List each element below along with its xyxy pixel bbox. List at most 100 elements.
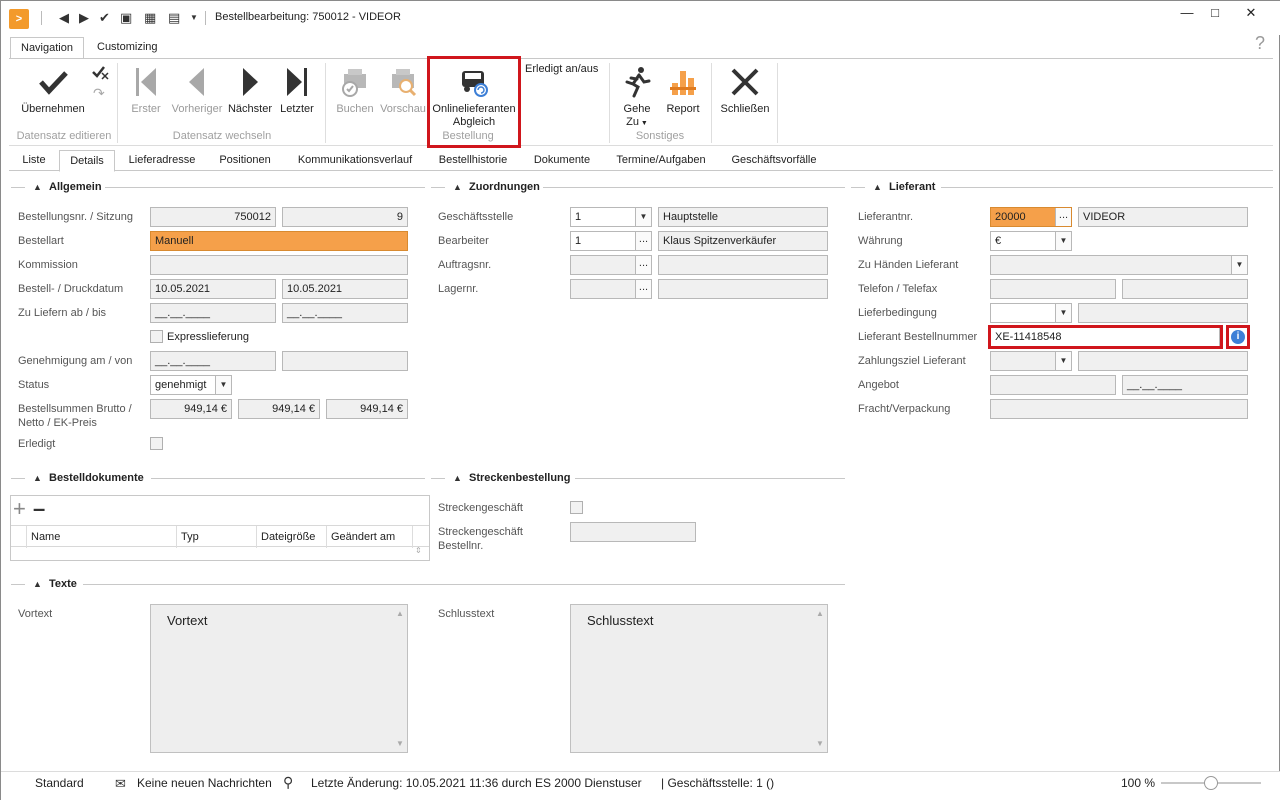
erster-button[interactable]: Erster — [125, 65, 167, 116]
lieferantnr-lookup[interactable]: 20000 ... — [990, 207, 1072, 227]
column-header-name[interactable]: Name — [27, 526, 177, 548]
geschaeftsstelle-select[interactable]: 1 ▼ — [570, 207, 652, 227]
help-icon[interactable]: ? — [1255, 33, 1265, 54]
tab-dokumente[interactable]: Dokumente — [521, 150, 603, 171]
collapse-caret-icon[interactable]: ▲ — [453, 182, 462, 192]
tab-kommunikationsverlauf[interactable]: Kommunikationsverlauf — [285, 150, 425, 171]
brutto-field[interactable]: 949,14 € — [150, 399, 232, 419]
lagernr-lookup[interactable]: ... — [570, 279, 652, 299]
ellipsis-icon[interactable]: ... — [1055, 208, 1071, 226]
tab-positionen[interactable]: Positionen — [209, 150, 281, 171]
angebot-field[interactable] — [990, 375, 1116, 395]
scroll-up-icon[interactable]: ▲ — [395, 609, 405, 618]
uebernehmen-button[interactable]: Übernehmen — [17, 65, 89, 116]
tab-termine-aufgaben[interactable]: Termine/Aufgaben — [607, 150, 715, 171]
erledigt-checkbox[interactable] — [150, 437, 163, 450]
erledigt-toggle-button[interactable]: Erledigt an/aus — [525, 63, 598, 75]
minimize-button[interactable]: — — [1173, 5, 1201, 21]
vorschau-button[interactable]: Vorschau — [379, 65, 427, 116]
calendar-icon[interactable]: ▦ — [144, 10, 156, 26]
schliessen-button[interactable]: Schließen — [717, 65, 773, 116]
strecken-bestellnr-field[interactable] — [570, 522, 696, 542]
auftragsnr-lookup[interactable]: ... — [570, 255, 652, 275]
tab-bestellhistorie[interactable]: Bestellhistorie — [429, 150, 517, 171]
lieferbedingung-text-field[interactable] — [1078, 303, 1248, 323]
bestellart-field[interactable]: Manuell — [150, 231, 408, 251]
report-button[interactable]: Report — [661, 65, 705, 116]
bestellnr-field[interactable]: 750012 — [150, 207, 276, 227]
status-select[interactable]: genehmigt ▼ — [150, 375, 232, 395]
schlusstext-editor[interactable]: Schlusstext ▲ ▼ — [570, 604, 828, 753]
vorheriger-button[interactable]: Vorheriger — [169, 65, 225, 116]
waehrung-select[interactable]: € ▼ — [990, 231, 1072, 251]
zahlungsziel-select[interactable]: ▼ — [990, 351, 1072, 371]
bestelldatum-field[interactable]: 10.05.2021 — [150, 279, 276, 299]
druckdatum-field[interactable]: 10.05.2021 — [282, 279, 408, 299]
zoom-slider-thumb[interactable] — [1204, 776, 1218, 790]
lieferbedingung-select[interactable]: ▼ — [990, 303, 1072, 323]
back-icon[interactable]: ◀ — [59, 10, 69, 26]
ribbon-tab-customizing[interactable]: Customizing — [87, 37, 168, 59]
lagernr-name-field[interactable] — [658, 279, 828, 299]
chevron-down-icon[interactable]: ▼ — [190, 10, 198, 26]
messages-status[interactable]: Keine neuen Nachrichten — [137, 776, 272, 790]
geschaeftsstelle-name-field[interactable]: Hauptstelle — [658, 207, 828, 227]
ellipsis-icon[interactable]: ... — [635, 232, 651, 250]
telefon-field[interactable] — [990, 279, 1116, 299]
auftragsnr-name-field[interactable] — [658, 255, 828, 275]
tab-liste[interactable]: Liste — [11, 150, 57, 171]
chevron-down-icon[interactable]: ▼ — [1055, 352, 1071, 370]
gehe-zu-button[interactable]: Gehe Zu ▼ — [617, 65, 657, 130]
column-header-dateigroesse[interactable]: Dateigröße — [257, 526, 327, 548]
column-header-geaendert-am[interactable]: Geändert am — [327, 526, 413, 548]
close-button[interactable]: ✕ — [1237, 5, 1265, 21]
ribbon-tab-navigation[interactable]: Navigation — [10, 37, 84, 59]
sitzung-field[interactable]: 9 — [282, 207, 408, 227]
tab-details[interactable]: Details — [59, 150, 115, 172]
fracht-field[interactable] — [990, 399, 1248, 419]
zahlungsziel-text-field[interactable] — [1078, 351, 1248, 371]
collapse-caret-icon[interactable]: ▲ — [33, 473, 42, 483]
collapse-caret-icon[interactable]: ▲ — [873, 182, 882, 192]
naechster-button[interactable]: Nächster — [227, 65, 273, 116]
chevron-down-icon[interactable]: ▼ — [635, 208, 651, 226]
grid-scroll-icon[interactable]: ⇕ — [415, 546, 422, 555]
tab-lieferadresse[interactable]: Lieferadresse — [119, 150, 205, 171]
chevron-down-icon[interactable]: ▼ — [1231, 256, 1247, 274]
envelope-icon[interactable]: ✉ — [115, 776, 126, 792]
undo-icon[interactable]: ↷ — [93, 85, 105, 102]
chevron-down-icon[interactable]: ▼ — [1055, 304, 1071, 322]
genehmigung-von-field[interactable] — [282, 351, 408, 371]
lieferant-name-field[interactable]: VIDEOR — [1078, 207, 1248, 227]
genehmigung-am-field[interactable]: __.__.____ — [150, 351, 276, 371]
telefax-field[interactable] — [1122, 279, 1248, 299]
collapse-caret-icon[interactable]: ▲ — [453, 473, 462, 483]
document-icon[interactable]: ▤ — [168, 10, 180, 26]
collapse-caret-icon[interactable]: ▲ — [33, 182, 42, 192]
ek-preis-field[interactable]: 949,14 € — [326, 399, 408, 419]
layout-standard[interactable]: Standard — [35, 776, 84, 790]
kommission-field[interactable] — [150, 255, 408, 275]
vortext-editor[interactable]: Vortext ▲ ▼ — [150, 604, 408, 753]
cancel-edit-icon[interactable] — [91, 64, 109, 83]
ellipsis-icon[interactable]: ... — [635, 280, 651, 298]
add-icon[interactable]: + — [13, 498, 26, 520]
column-header-typ[interactable]: Typ — [177, 526, 257, 548]
forward-icon[interactable]: ▶ — [79, 10, 89, 26]
chevron-down-icon[interactable]: ▼ — [1055, 232, 1071, 250]
streckengeschaeft-checkbox[interactable] — [570, 501, 583, 514]
liefern-bis-field[interactable]: __.__.____ — [282, 303, 408, 323]
scroll-down-icon[interactable]: ▼ — [815, 739, 825, 748]
maximize-button[interactable]: □ — [1201, 5, 1229, 21]
ellipsis-icon[interactable]: ... — [635, 256, 651, 274]
tab-geschaeftsvorfaelle[interactable]: Geschäftsvorfälle — [719, 150, 829, 171]
scroll-down-icon[interactable]: ▼ — [395, 739, 405, 748]
bearbeiter-lookup[interactable]: 1 ... — [570, 231, 652, 251]
angebot-datum-field[interactable]: __.__.____ — [1122, 375, 1248, 395]
buchen-button[interactable]: Buchen — [333, 65, 377, 116]
remove-icon[interactable]: – — [33, 498, 45, 520]
bearbeiter-name-field[interactable]: Klaus Spitzenverkäufer — [658, 231, 828, 251]
chat-icon[interactable]: ▣ — [120, 10, 132, 26]
express-checkbox[interactable] — [150, 330, 163, 343]
chevron-down-icon[interactable]: ▼ — [215, 376, 231, 394]
